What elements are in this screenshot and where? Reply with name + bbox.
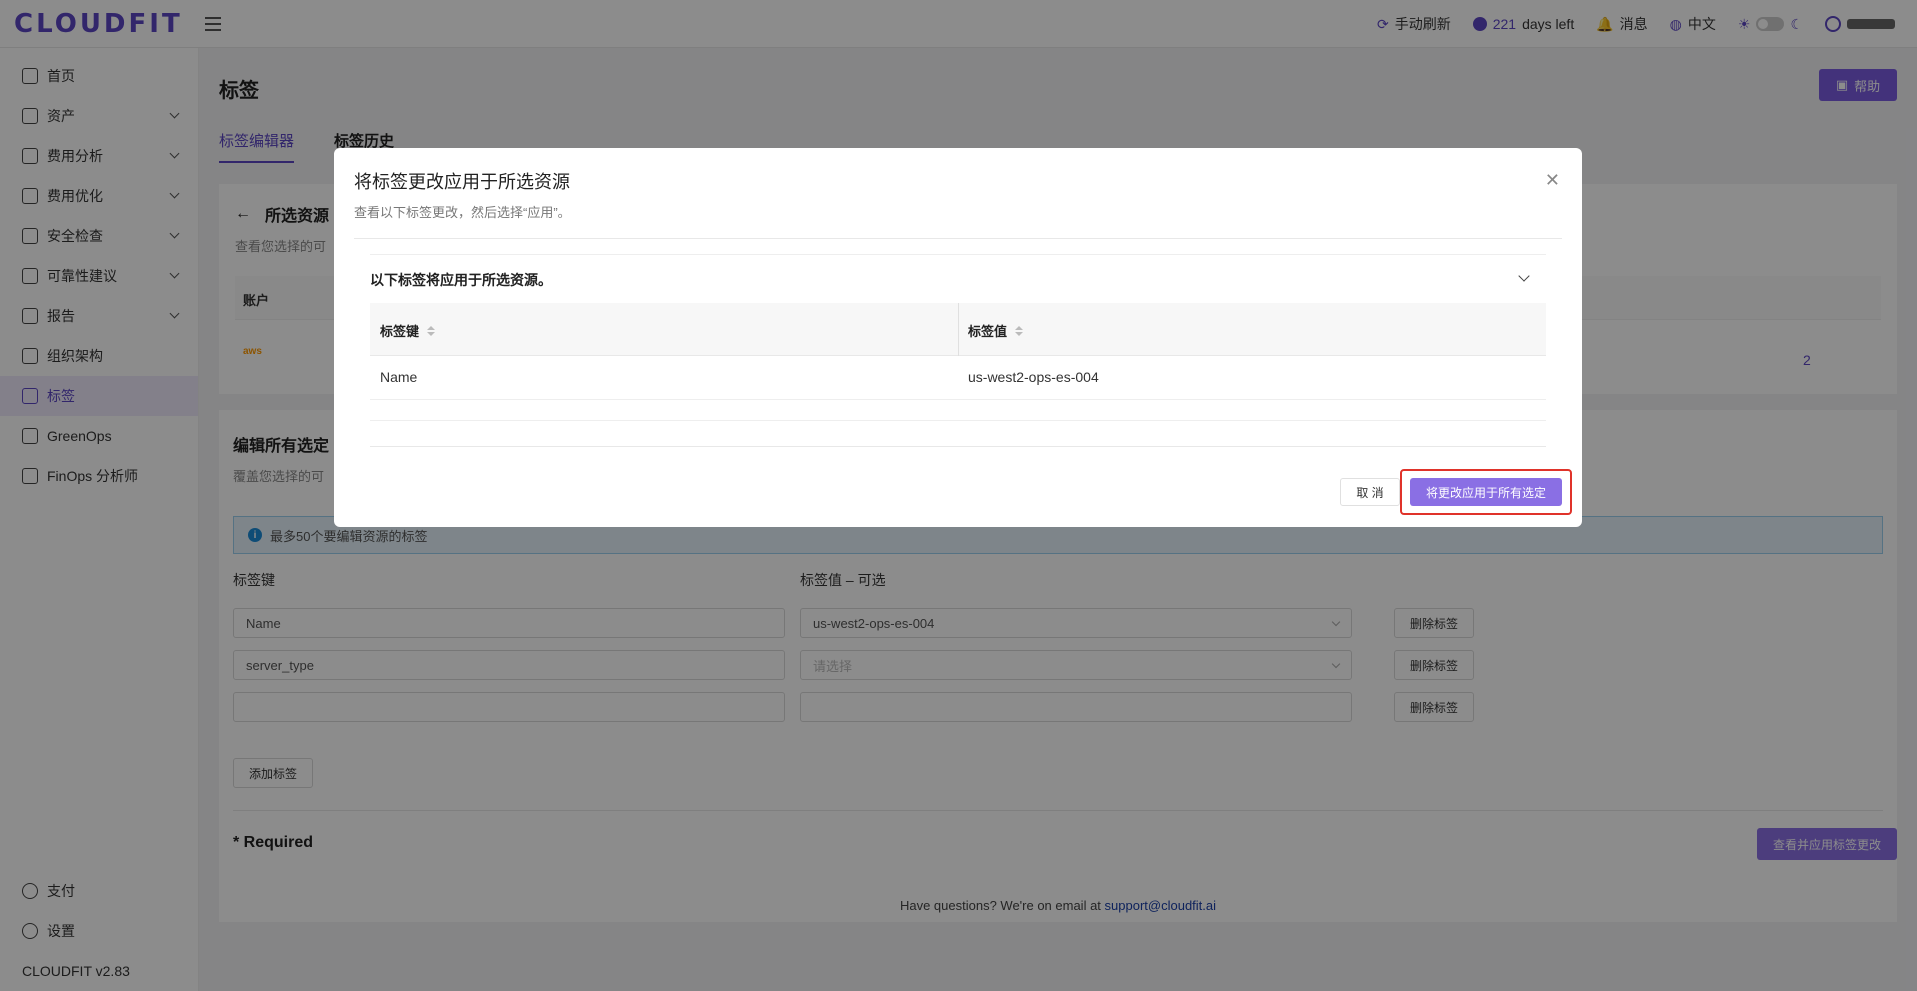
close-icon[interactable]: ✕ xyxy=(1545,170,1560,191)
col-tag-value-label: 标签值 xyxy=(968,324,1008,339)
table-row-empty xyxy=(370,421,1546,447)
col-tag-value[interactable]: 标签值 xyxy=(968,321,1024,340)
col-tag-key-label: 标签键 xyxy=(380,324,420,339)
col-tag-key[interactable]: 标签键 xyxy=(380,321,436,340)
modal-subtitle: 查看以下标签更改，然后选择“应用”。 xyxy=(354,205,571,220)
section-title: 以下标签将应用于所选资源。 xyxy=(370,272,552,288)
row-key: Name xyxy=(380,369,418,385)
column-separator xyxy=(958,303,959,356)
modal-tags-table: 标签键 标签值 Name us-west2-ops-es-004 xyxy=(370,303,1546,447)
cancel-button[interactable]: 取 消 xyxy=(1340,478,1400,506)
divider xyxy=(354,238,1562,239)
highlight-box xyxy=(1400,469,1572,515)
row-value: us-west2-ops-es-004 xyxy=(968,369,1099,385)
table-row-empty xyxy=(370,400,1546,421)
chevron-down-icon[interactable] xyxy=(1518,270,1530,282)
modal-title: 将标签更改应用于所选资源 xyxy=(354,172,570,192)
table-row: Name us-west2-ops-es-004 xyxy=(370,356,1546,400)
divider xyxy=(370,254,1546,255)
apply-tags-modal: 将标签更改应用于所选资源 查看以下标签更改，然后选择“应用”。 ✕ 以下标签将应… xyxy=(334,148,1582,527)
sort-icon xyxy=(427,325,436,336)
table-header: 标签键 标签值 xyxy=(370,303,1546,356)
sort-icon xyxy=(1015,325,1024,336)
